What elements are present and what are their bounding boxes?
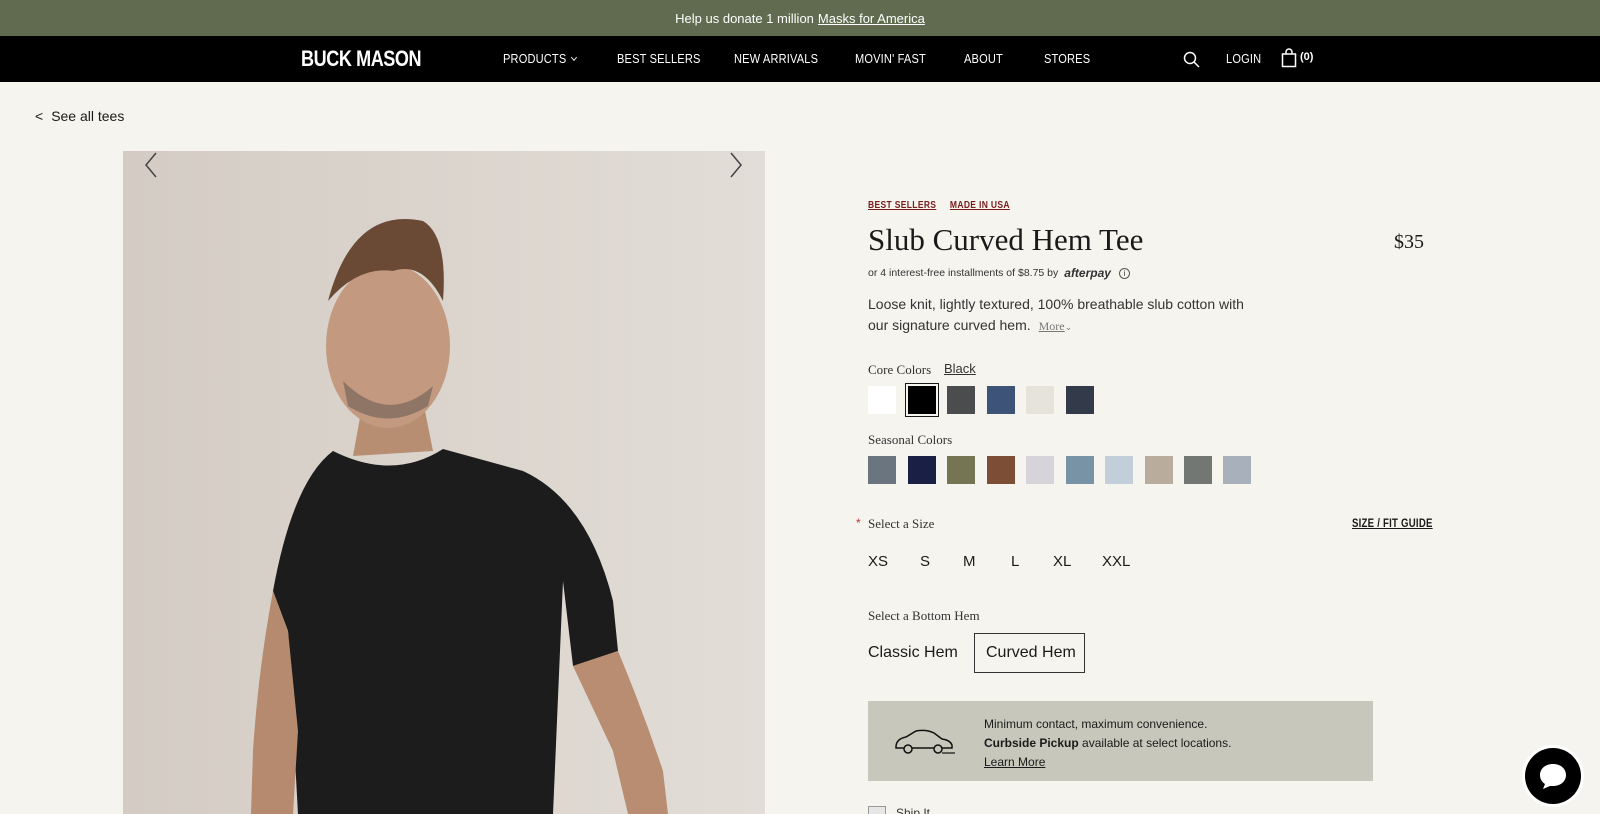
- color-swatch-blue[interactable]: [987, 386, 1015, 414]
- size-option-m[interactable]: M: [963, 553, 976, 570]
- pickup-bold: Curbside Pickup: [984, 736, 1079, 750]
- afterpay-text: or 4 interest-free installments of $8.75…: [868, 267, 1059, 279]
- pickup-line2-rest: available at select locations.: [1078, 736, 1232, 750]
- size-option-xs[interactable]: XS: [868, 553, 888, 570]
- car-icon: [895, 729, 955, 754]
- size-label: Select a Size: [868, 516, 935, 531]
- chevron-down-icon: [570, 53, 577, 62]
- info-icon[interactable]: i: [1118, 267, 1130, 279]
- promo-text: Help us donate 1 million: [675, 10, 814, 26]
- color-swatch-natural[interactable]: [1026, 386, 1054, 414]
- size-option-xl[interactable]: XL: [1053, 553, 1071, 570]
- shopping-bag-icon[interactable]: [1281, 48, 1297, 68]
- curbside-pickup-banner: Minimum contact, maximum convenience. Cu…: [868, 701, 1373, 781]
- ship-it-checkbox[interactable]: [868, 806, 886, 814]
- promo-banner: Help us donate 1 million Masks for Ameri…: [0, 0, 1600, 36]
- main-nav: BUCK MASON PRODUCTS BEST SELLERS NEW ARR…: [0, 36, 1600, 82]
- product-title: Slub Curved Hem Tee: [868, 222, 1144, 257]
- tag-best-sellers[interactable]: BEST SELLERS: [868, 200, 936, 211]
- pickup-line2: Curbside Pickup available at select loca…: [984, 734, 1231, 753]
- nav-products[interactable]: PRODUCTS: [503, 51, 577, 66]
- cart-count[interactable]: (0): [1300, 51, 1313, 63]
- color-swatch-white[interactable]: [868, 386, 896, 414]
- learn-more-link[interactable]: Learn More: [984, 755, 1045, 769]
- size-guide-link[interactable]: SIZE / FIT GUIDE: [1352, 516, 1433, 530]
- color-swatch-charcoal[interactable]: [947, 386, 975, 414]
- login-link[interactable]: LOGIN: [1226, 51, 1261, 66]
- product-description: Loose knit, lightly textured, 100% breat…: [868, 294, 1248, 338]
- size-option-l[interactable]: L: [1011, 553, 1019, 570]
- seasonal-swatch-9[interactable]: [1184, 456, 1212, 484]
- nav-new-arrivals[interactable]: NEW ARRIVALS: [734, 51, 818, 66]
- required-marker: *: [856, 516, 861, 530]
- product-image[interactable]: [123, 151, 765, 814]
- hem-option-curved-label: Curved Hem: [986, 644, 1076, 661]
- nav-movin-fast[interactable]: MOVIN' FAST: [855, 51, 926, 66]
- nav-stores[interactable]: STORES: [1044, 51, 1090, 66]
- pickup-line1: Minimum contact, maximum convenience.: [984, 717, 1208, 731]
- selected-color-name: Black: [944, 361, 976, 376]
- chat-button-inner: [1525, 748, 1581, 804]
- model-photo: [123, 151, 765, 814]
- seasonal-swatch-5[interactable]: [1026, 456, 1054, 484]
- afterpay-info: or 4 interest-free installments of $8.75…: [868, 266, 1130, 280]
- chevron-left-icon: <: [35, 108, 44, 124]
- seasonal-swatch-3[interactable]: [947, 456, 975, 484]
- seasonal-colors-label: Seasonal Colors: [868, 432, 953, 447]
- hem-label: Select a Bottom Hem: [868, 608, 980, 623]
- brand-logo[interactable]: BUCK MASON: [301, 46, 422, 72]
- product-tags: BEST SELLERS MADE IN USA: [868, 200, 1023, 211]
- search-icon[interactable]: [1183, 51, 1201, 69]
- afterpay-logo: afterpay: [1064, 266, 1111, 280]
- tag-made-in-usa[interactable]: MADE IN USA: [950, 200, 1010, 211]
- chat-button[interactable]: [1522, 745, 1584, 807]
- seasonal-swatch-7[interactable]: [1105, 456, 1133, 484]
- ship-it-label: Ship It: [896, 806, 931, 814]
- hem-option-classic[interactable]: Classic Hem: [868, 644, 958, 662]
- nav-products-label: PRODUCTS: [503, 51, 567, 66]
- back-link[interactable]: < See all tees: [35, 108, 124, 124]
- back-link-label: See all tees: [51, 108, 125, 124]
- size-option-xxl[interactable]: XXL: [1102, 553, 1130, 570]
- chevron-down-icon: ⌄: [1064, 322, 1073, 332]
- seasonal-swatch-6[interactable]: [1066, 456, 1094, 484]
- seasonal-swatch-10[interactable]: [1223, 456, 1251, 484]
- seasonal-swatch-8[interactable]: [1145, 456, 1173, 484]
- seasonal-swatch-4[interactable]: [987, 456, 1015, 484]
- seasonal-swatch-1[interactable]: [868, 456, 896, 484]
- color-swatch-black[interactable]: [905, 383, 939, 417]
- promo-link[interactable]: Masks for America: [818, 11, 925, 26]
- product-price: $35: [1394, 231, 1424, 253]
- size-option-s[interactable]: S: [920, 553, 930, 570]
- core-colors-label: Core Colors: [868, 362, 932, 377]
- seasonal-swatch-2[interactable]: [908, 456, 936, 484]
- chat-bubble-icon: [1540, 764, 1566, 789]
- color-swatch-navy[interactable]: [1066, 386, 1094, 414]
- more-link[interactable]: More: [1039, 319, 1065, 333]
- nav-about[interactable]: ABOUT: [964, 51, 1003, 66]
- chevron-left-icon[interactable]: [143, 151, 159, 179]
- nav-best-sellers[interactable]: BEST SELLERS: [617, 51, 701, 66]
- chevron-right-icon[interactable]: [728, 151, 744, 179]
- pickup-text: Minimum contact, maximum convenience. Cu…: [984, 715, 1231, 772]
